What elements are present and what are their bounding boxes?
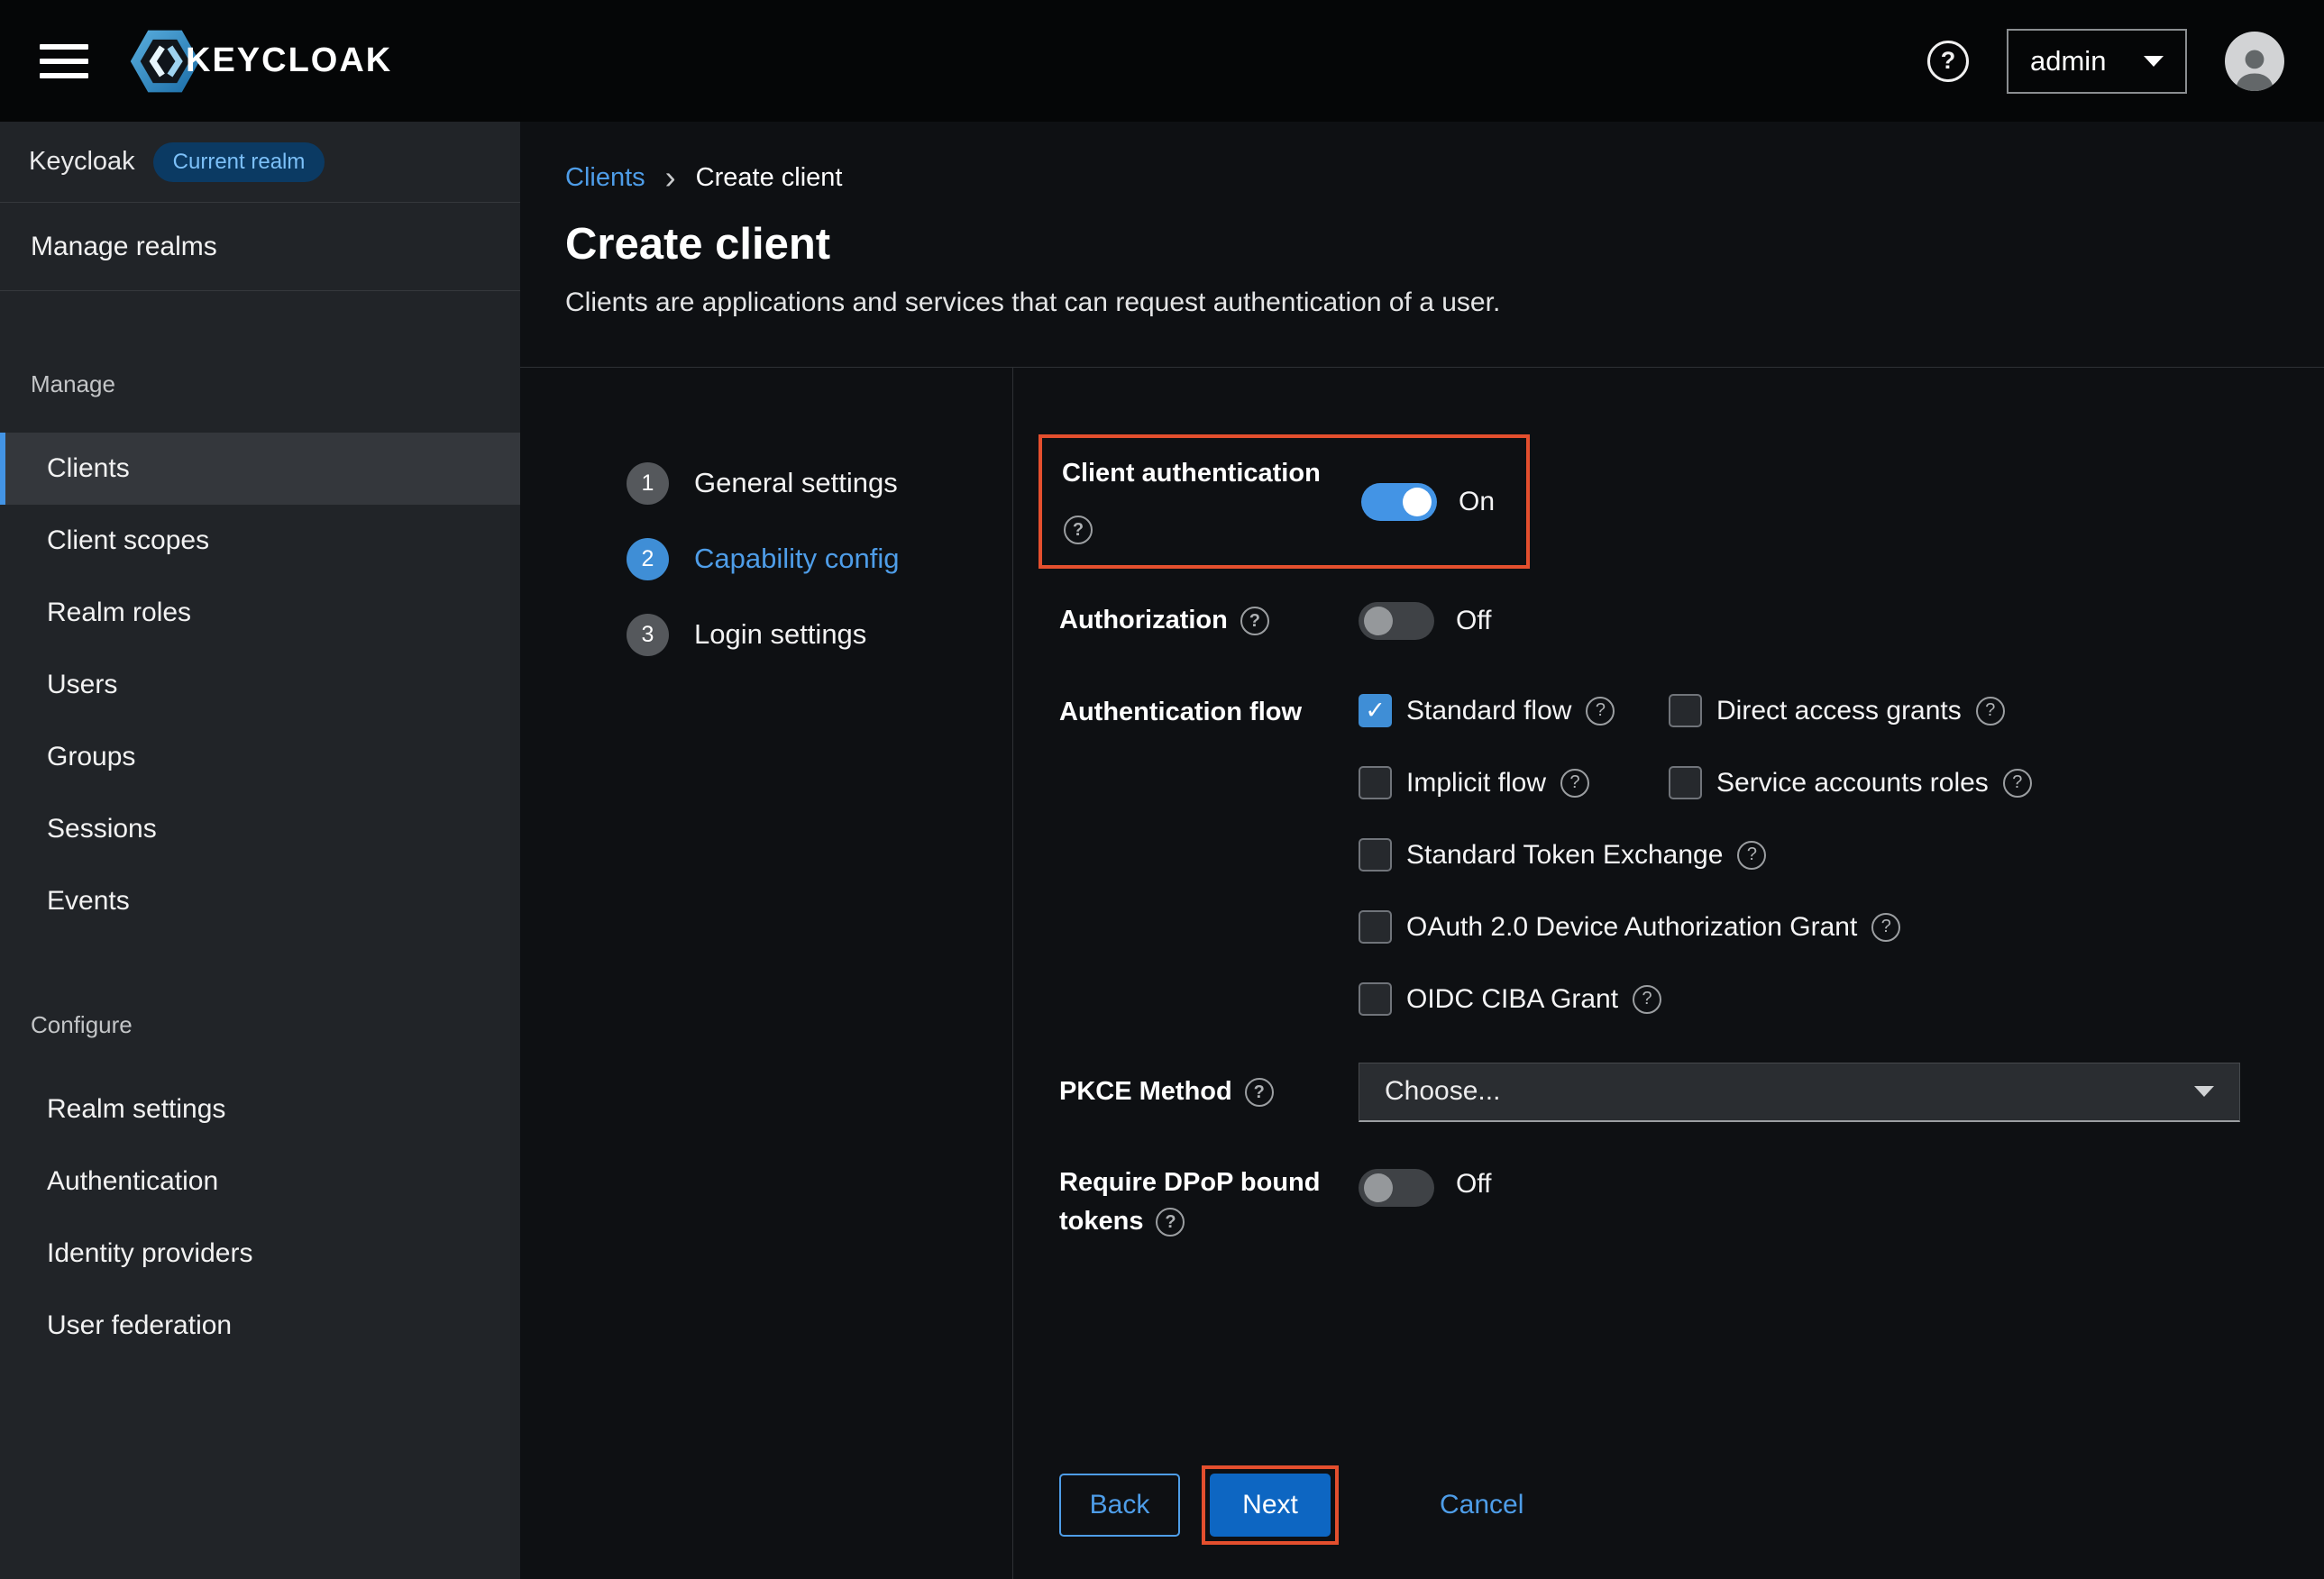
option-service-accounts-roles: Service accounts roles (1669, 766, 2270, 799)
authentication-flow-row: Authentication flow Standard flow Direct… (1059, 675, 2270, 1036)
authorization-label: Authorization (1059, 601, 1359, 641)
help-icon[interactable] (1927, 41, 1969, 82)
nav-group-title-configure: Configure (31, 1011, 520, 1039)
next-button[interactable]: Next (1210, 1474, 1331, 1537)
checkbox-implicit-flow[interactable] (1359, 766, 1392, 799)
nav-group-title-manage: Manage (31, 370, 520, 398)
realm-switcher[interactable]: Keycloak Current realm (0, 122, 520, 203)
masthead: KEYCLOAK admin (0, 0, 2324, 122)
page-subtitle: Clients are applications and services th… (565, 288, 2274, 318)
help-icon[interactable] (1156, 1208, 1185, 1237)
help-icon[interactable] (1633, 985, 1661, 1014)
avatar[interactable] (2225, 32, 2284, 91)
option-oidc-ciba-grant: OIDC CIBA Grant (1359, 982, 2270, 1016)
hamburger-icon (40, 44, 88, 50)
user-avatar-icon (2231, 44, 2278, 91)
client-authentication-label: Client authentication (1062, 454, 1361, 549)
help-icon[interactable] (1245, 1078, 1274, 1107)
highlight-next-button: Next (1202, 1465, 1339, 1545)
wizard-step-capability-config[interactable]: 2 Capability config (627, 521, 1012, 597)
help-icon[interactable] (1560, 769, 1589, 798)
pkce-method-value: Choose... (1385, 1076, 1500, 1107)
pkce-method-select[interactable]: Choose... (1359, 1063, 2240, 1122)
checkbox-oauth-device-authorization-grant[interactable] (1359, 910, 1392, 944)
pkce-method-label: PKCE Method (1059, 1072, 1359, 1112)
step-number: 3 (627, 614, 669, 656)
help-icon[interactable] (1064, 516, 1093, 544)
sidebar-item-client-scopes[interactable]: Client scopes (0, 505, 520, 577)
sidebar: Keycloak Current realm Manage realms Man… (0, 122, 520, 1579)
step-number: 1 (627, 462, 669, 505)
checkbox-direct-access-grants[interactable] (1669, 694, 1702, 727)
dpop-label: Require DPoP bound tokens (1059, 1164, 1359, 1242)
brand-text: KEYCLOAK (186, 41, 392, 80)
keycloak-admin-console: KEYCLOAK admin Keycloak Current realm Ma… (0, 0, 2324, 1579)
authentication-flow-options: Standard flow Direct access grants Impli… (1359, 675, 2270, 1036)
user-dropdown[interactable]: admin (2007, 29, 2187, 94)
authorization-toggle[interactable] (1359, 602, 1434, 640)
wizard-content: 1 General settings 2 Capability config 3… (520, 368, 2324, 1579)
wizard-step-general-settings[interactable]: 1 General settings (627, 445, 1012, 521)
current-realm-badge: Current realm (153, 142, 325, 182)
help-icon[interactable] (2003, 769, 2032, 798)
sidebar-item-manage-realms[interactable]: Manage realms (0, 203, 520, 291)
authorization-state: Off (1456, 606, 1491, 636)
sidebar-item-groups[interactable]: Groups (0, 721, 520, 793)
dpop-toggle[interactable] (1359, 1169, 1434, 1207)
checkbox-service-accounts-roles[interactable] (1669, 766, 1702, 799)
main-content: Clients Create client Create client Clie… (520, 122, 2324, 1579)
checkbox-standard-flow[interactable] (1359, 694, 1392, 727)
sidebar-item-sessions[interactable]: Sessions (0, 793, 520, 865)
pkce-method-row: PKCE Method Choose... (1059, 1063, 2270, 1122)
checkbox-oidc-ciba-grant[interactable] (1359, 982, 1392, 1016)
dpop-row: Require DPoP bound tokens Off (1059, 1164, 2270, 1242)
breadcrumb: Clients Create client (565, 161, 2274, 194)
checkbox-standard-token-exchange[interactable] (1359, 838, 1392, 872)
sidebar-item-events[interactable]: Events (0, 865, 520, 937)
help-icon[interactable] (1976, 697, 2005, 726)
option-standard-token-exchange: Standard Token Exchange (1359, 838, 2270, 872)
page-title: Create client (565, 219, 2274, 269)
nav-toggle-button[interactable] (40, 44, 88, 78)
cancel-button[interactable]: Cancel (1440, 1490, 1523, 1520)
back-button[interactable]: Back (1059, 1474, 1180, 1537)
help-icon[interactable] (1586, 697, 1615, 726)
dpop-state: Off (1456, 1169, 1491, 1200)
chevron-down-icon (2144, 56, 2164, 67)
help-icon[interactable] (1737, 841, 1766, 870)
option-direct-access-grants: Direct access grants (1669, 694, 2270, 727)
help-icon[interactable] (1871, 913, 1900, 942)
page-header: Clients Create client Create client Clie… (520, 122, 2324, 368)
sidebar-item-realm-settings[interactable]: Realm settings (0, 1073, 520, 1145)
authentication-flow-label: Authentication flow (1059, 675, 1359, 733)
sidebar-item-realm-roles[interactable]: Realm roles (0, 577, 520, 649)
breadcrumb-separator-icon (665, 161, 676, 194)
authorization-row: Authorization Off (1059, 601, 2270, 641)
option-standard-flow: Standard flow (1359, 694, 1669, 727)
highlight-client-authentication: Client authentication On (1038, 434, 1530, 569)
client-authentication-state: On (1459, 487, 1495, 517)
option-oauth-device-authorization-grant: OAuth 2.0 Device Authorization Grant (1359, 910, 2270, 944)
capability-config-form: Client authentication On Authorization O… (1012, 368, 2324, 1579)
wizard-step-login-settings[interactable]: 3 Login settings (627, 597, 1012, 672)
breadcrumb-current: Create client (696, 163, 843, 193)
sidebar-item-identity-providers[interactable]: Identity providers (0, 1218, 520, 1290)
option-implicit-flow: Implicit flow (1359, 766, 1669, 799)
sidebar-item-user-federation[interactable]: User federation (0, 1290, 520, 1362)
keycloak-logo: KEYCLOAK (130, 26, 392, 96)
wizard-steps-nav: 1 General settings 2 Capability config 3… (520, 368, 1012, 1579)
chevron-down-icon (2194, 1086, 2214, 1097)
sidebar-item-clients[interactable]: Clients (0, 433, 520, 505)
breadcrumb-clients-link[interactable]: Clients (565, 163, 645, 193)
sidebar-item-users[interactable]: Users (0, 649, 520, 721)
client-authentication-toggle[interactable] (1361, 483, 1437, 521)
step-number: 2 (627, 538, 669, 580)
user-name: admin (2030, 45, 2106, 78)
help-icon[interactable] (1240, 607, 1269, 635)
sidebar-item-authentication[interactable]: Authentication (0, 1145, 520, 1218)
wizard-actions: Back Next Cancel (1059, 1465, 2270, 1545)
realm-name: Keycloak (29, 147, 135, 177)
